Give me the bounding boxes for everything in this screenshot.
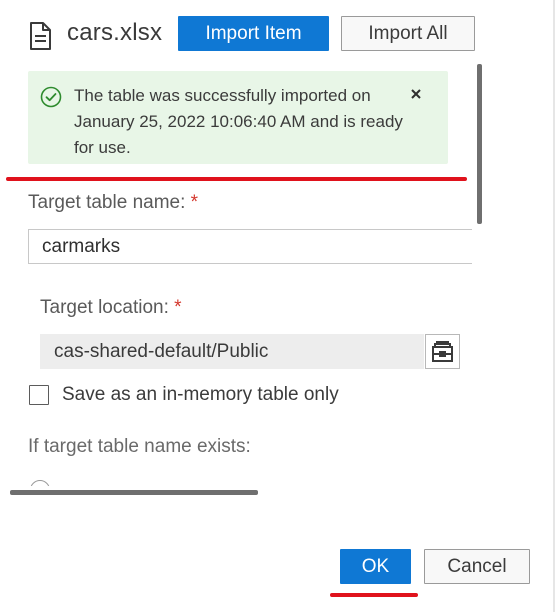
annotation-underline (330, 593, 418, 597)
cancel-button[interactable]: Cancel (424, 549, 530, 584)
file-icon (28, 22, 52, 50)
ok-button[interactable]: OK (340, 549, 411, 584)
file-name: cars.xlsx (67, 19, 163, 46)
close-icon[interactable] (408, 86, 424, 102)
check-circle-icon (40, 86, 62, 108)
banner-message: The table was successfully imported on J… (74, 86, 403, 157)
if-exists-label: If target table name exists: (28, 436, 251, 457)
library-browse-icon (426, 341, 459, 372)
target-table-input[interactable]: carmarks (28, 229, 472, 264)
import-item-button[interactable]: Import Item (178, 16, 329, 51)
in-memory-label: Save as an in-memory table only (62, 384, 339, 405)
required-marker: * (174, 297, 182, 318)
target-location-field: cas-shared-default/Public (40, 334, 424, 369)
vertical-scrollbar[interactable] (477, 64, 482, 224)
target-table-label: Target table name: * (28, 192, 199, 213)
annotation-underline (6, 177, 467, 181)
target-location-label: Target location: * (40, 297, 182, 318)
required-marker: * (190, 192, 199, 213)
browse-location-button[interactable] (425, 334, 460, 369)
import-all-button[interactable]: Import All (341, 16, 475, 51)
horizontal-scrollbar[interactable] (10, 490, 258, 495)
in-memory-checkbox[interactable] (29, 385, 49, 405)
dialog-header: cars.xlsx Import Item Import All (0, 0, 555, 70)
success-banner: The table was successfully imported on J… (28, 71, 448, 164)
